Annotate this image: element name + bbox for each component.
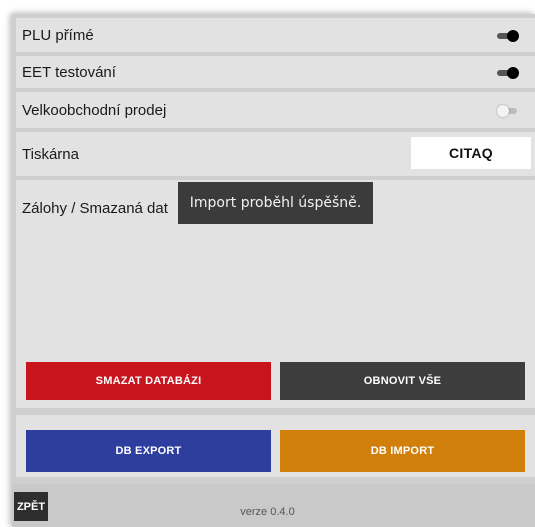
db-actions-section: DB EXPORT DB IMPORT [16,415,535,477]
settings-panel: PLU přímé EET testování Velkoobchodní pr… [12,14,535,527]
plu-toggle[interactable] [497,29,519,42]
printer-label: Tiskárna [22,146,79,163]
eet-toggle-thumb [507,67,519,79]
eet-label: EET testování [22,64,116,81]
db-import-button[interactable]: DB IMPORT [280,430,525,472]
setting-row-wholesale: Velkoobchodní prodej [16,92,535,128]
wholesale-toggle-thumb [497,105,509,117]
db-export-button[interactable]: DB EXPORT [26,430,271,472]
delete-database-button[interactable]: SMAZAT DATABÁZI [26,362,271,400]
restore-all-button[interactable]: OBNOVIT VŠE [280,362,525,400]
deposits-label: Zálohy / Smazaná dat [22,200,168,217]
plu-label: PLU přímé [22,27,94,44]
plu-toggle-thumb [507,30,519,42]
toast-notification: Import proběhl úspěšně. [178,182,373,224]
printer-select-button[interactable]: CITAQ [411,137,531,169]
version-text: verze 0.4.0 [240,506,295,518]
wholesale-toggle[interactable] [497,104,519,117]
wholesale-label: Velkoobchodní prodej [22,102,167,119]
setting-row-eet: EET testování [16,56,535,88]
setting-row-printer: Tiskárna CITAQ [16,132,535,176]
setting-row-plu: PLU přímé [16,18,535,52]
eet-toggle[interactable] [497,66,519,79]
